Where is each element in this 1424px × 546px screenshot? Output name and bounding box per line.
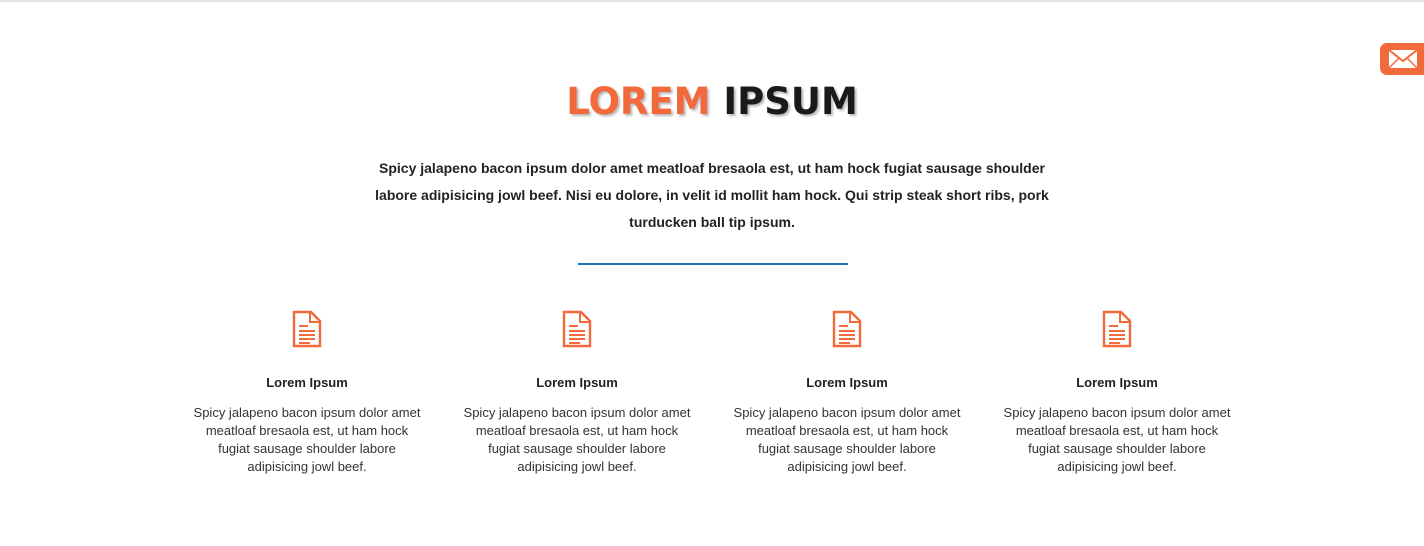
section-title: LOREM IPSUM — [0, 78, 1424, 126]
feature-description: Spicy jalapeno bacon ipsum dolor amet me… — [1003, 405, 1231, 474]
feature-list: Lorem Ipsum Spicy jalapeno bacon ipsum d… — [172, 310, 1252, 476]
feature-item: Lorem Ipsum Spicy jalapeno bacon ipsum d… — [172, 310, 442, 476]
feature-description: Spicy jalapeno bacon ipsum dolor amet me… — [463, 405, 691, 474]
feature-title: Lorem Ipsum — [266, 375, 348, 390]
contact-tab-button[interactable] — [1380, 43, 1424, 75]
document-icon — [1102, 310, 1132, 348]
section-title-accent: LOREM — [566, 80, 711, 123]
feature-description: Spicy jalapeno bacon ipsum dolor amet me… — [193, 405, 421, 474]
page: LOREM IPSUM Spicy jalapeno bacon ipsum d… — [0, 0, 1424, 546]
envelope-icon — [1388, 49, 1418, 69]
feature-item: Lorem Ipsum Spicy jalapeno bacon ipsum d… — [982, 310, 1252, 476]
top-border — [0, 0, 1424, 2]
section-divider — [578, 263, 848, 265]
section-intro: Spicy jalapeno bacon ipsum dolor amet me… — [375, 160, 1049, 230]
feature-description: Spicy jalapeno bacon ipsum dolor amet me… — [733, 405, 961, 474]
feature-item: Lorem Ipsum Spicy jalapeno bacon ipsum d… — [712, 310, 982, 476]
document-icon — [832, 310, 862, 348]
feature-title: Lorem Ipsum — [806, 375, 888, 390]
document-icon — [562, 310, 592, 348]
feature-title: Lorem Ipsum — [1076, 375, 1158, 390]
document-icon — [292, 310, 322, 348]
feature-title: Lorem Ipsum — [536, 375, 618, 390]
feature-item: Lorem Ipsum Spicy jalapeno bacon ipsum d… — [442, 310, 712, 476]
section-title-main: IPSUM — [723, 80, 858, 123]
